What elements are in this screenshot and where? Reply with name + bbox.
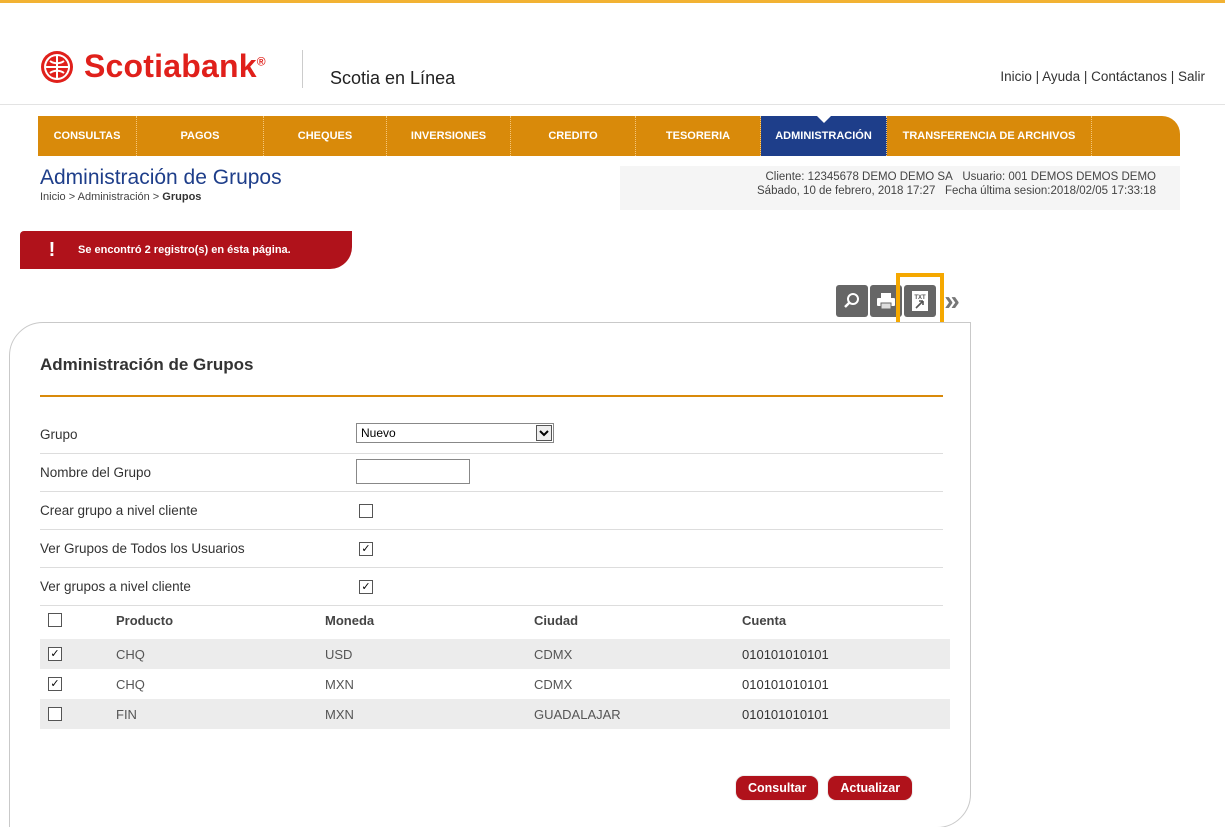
nav-item-administracion[interactable]: ADMINISTRACIÓN — [761, 115, 887, 156]
grupo-select-value: Nuevo — [361, 426, 396, 440]
app-name: Scotia en Línea — [330, 68, 456, 88]
form-row-grupo: Grupo Nuevo — [40, 416, 943, 454]
scotiabank-globe-icon — [41, 50, 73, 83]
chevron-down-icon[interactable] — [536, 425, 552, 441]
form-row-ver-todos: Ver Grupos de Todos los Usuarios ✓ — [40, 530, 943, 568]
column-header-ciudad: Ciudad — [534, 613, 579, 628]
main-nav: CONSULTAS PAGOS CHEQUES INVERSIONES CRED… — [38, 115, 1180, 156]
card-title: Administración de Grupos — [40, 355, 254, 374]
session-user: Usuario: 001 DEMOS DEMOS DEMO — [962, 171, 1156, 183]
brand-name: Scotiabank — [84, 48, 257, 84]
cell-producto: CHQ — [116, 647, 145, 662]
cell-ciudad: CDMX — [534, 647, 573, 662]
actualizar-button[interactable]: Actualizar — [828, 776, 913, 800]
accounts-table: Producto Moneda Ciudad Cuenta ✓ CHQ USD … — [40, 607, 950, 729]
cell-moneda: USD — [325, 647, 353, 662]
header-rule — [0, 104, 1225, 105]
link-salir[interactable]: Salir — [1178, 69, 1205, 84]
table-row: ✓ CHQ USD CDMX 010101010101 — [40, 639, 950, 669]
table-row: FIN MXN GUADALAJAR 010101010101 — [40, 699, 950, 729]
crear-cliente-label: Crear grupo a nivel cliente — [40, 503, 198, 518]
group-admin-card: Administración de Grupos Grupo Nuevo Nom… — [9, 322, 971, 827]
brand-registered: ® — [256, 54, 266, 69]
search-icon[interactable] — [836, 285, 868, 317]
consultar-button[interactable]: Consultar — [736, 776, 819, 800]
table-row: ✓ CHQ MXN CDMX 010101010101 — [40, 669, 950, 699]
breadcrumb-path[interactable]: Inicio > Administración > — [40, 191, 162, 203]
session-client: Cliente: 12345678 DEMO DEMO SA — [765, 171, 953, 183]
card-title-rule — [40, 395, 943, 397]
breadcrumb-current: Grupos — [162, 191, 202, 203]
nav-item-pagos[interactable]: PAGOS — [137, 116, 264, 156]
top-links: Inicio | Ayuda | Contáctanos | Salir — [1000, 69, 1205, 84]
grupo-label: Grupo — [40, 427, 78, 442]
exclamation-icon: ! — [48, 238, 56, 261]
nav-item-transferencia-de-archivos[interactable]: TRANSFERENCIA DE ARCHIVOS — [887, 116, 1092, 156]
cell-cuenta: 010101010101 — [742, 647, 829, 662]
row-checkbox[interactable] — [48, 707, 62, 721]
header-divider — [302, 50, 303, 88]
nav-item-consultas[interactable]: CONSULTAS — [38, 116, 137, 156]
cell-ciudad: GUADALAJAR — [534, 707, 621, 722]
cell-producto: FIN — [116, 707, 137, 722]
session-info: Cliente: 12345678 DEMO DEMO SA Usuario: … — [620, 166, 1180, 210]
cell-cuenta: 010101010101 — [742, 677, 829, 692]
session-date: Sábado, 10 de febrero, 2018 17:27 — [757, 185, 936, 197]
cell-producto: CHQ — [116, 677, 145, 692]
session-last: Fecha última sesion:2018/02/05 17:33:18 — [945, 185, 1156, 197]
cell-cuenta: 010101010101 — [742, 707, 829, 722]
top-accent-rule — [0, 0, 1225, 3]
link-contactanos[interactable]: Contáctanos — [1091, 69, 1167, 84]
column-header-moneda: Moneda — [325, 613, 375, 628]
column-header-producto: Producto — [116, 613, 174, 628]
nav-item-tesoreria[interactable]: TESORERIA — [636, 116, 761, 156]
nav-item-inversiones[interactable]: INVERSIONES — [387, 116, 511, 156]
ver-todos-label: Ver Grupos de Todos los Usuarios — [40, 541, 245, 556]
scotiabank-logo[interactable]: Scotiabank® — [40, 48, 266, 85]
row-checkbox[interactable]: ✓ — [48, 677, 62, 691]
form-row-nombre: Nombre del Grupo — [40, 454, 943, 492]
table-header: Producto Moneda Ciudad Cuenta — [40, 607, 950, 639]
column-header-cuenta: Cuenta — [742, 613, 787, 628]
nav-item-credito[interactable]: CREDITO — [511, 116, 636, 156]
cell-moneda: MXN — [325, 677, 354, 692]
link-ayuda[interactable]: Ayuda — [1042, 69, 1080, 84]
cell-moneda: MXN — [325, 707, 354, 722]
nombre-label: Nombre del Grupo — [40, 465, 152, 480]
form-row-crear-cliente: Crear grupo a nivel cliente — [40, 492, 943, 530]
grupo-select[interactable]: Nuevo — [356, 423, 554, 443]
cell-ciudad: CDMX — [534, 677, 573, 692]
form-buttons: Consultar Actualizar — [736, 776, 913, 800]
ver-todos-checkbox[interactable]: ✓ — [359, 542, 373, 556]
ver-cliente-label: Ver grupos a nivel cliente — [40, 579, 191, 594]
alert-text: Se encontró 2 registro(s) en ésta página… — [78, 244, 291, 256]
ver-cliente-checkbox[interactable]: ✓ — [359, 580, 373, 594]
form-row-ver-cliente: Ver grupos a nivel cliente ✓ — [40, 568, 943, 606]
crear-cliente-checkbox[interactable] — [359, 504, 373, 518]
link-inicio[interactable]: Inicio — [1000, 69, 1032, 84]
row-checkbox[interactable]: ✓ — [48, 647, 62, 661]
nombre-grupo-input[interactable] — [356, 459, 470, 484]
page-title: Administración de Grupos — [40, 166, 282, 189]
breadcrumb: Inicio > Administración > Grupos — [40, 191, 201, 203]
nav-item-cheques[interactable]: CHEQUES — [264, 116, 387, 156]
alert-banner: ! Se encontró 2 registro(s) en ésta pági… — [20, 231, 352, 269]
select-all-checkbox[interactable] — [48, 613, 62, 627]
